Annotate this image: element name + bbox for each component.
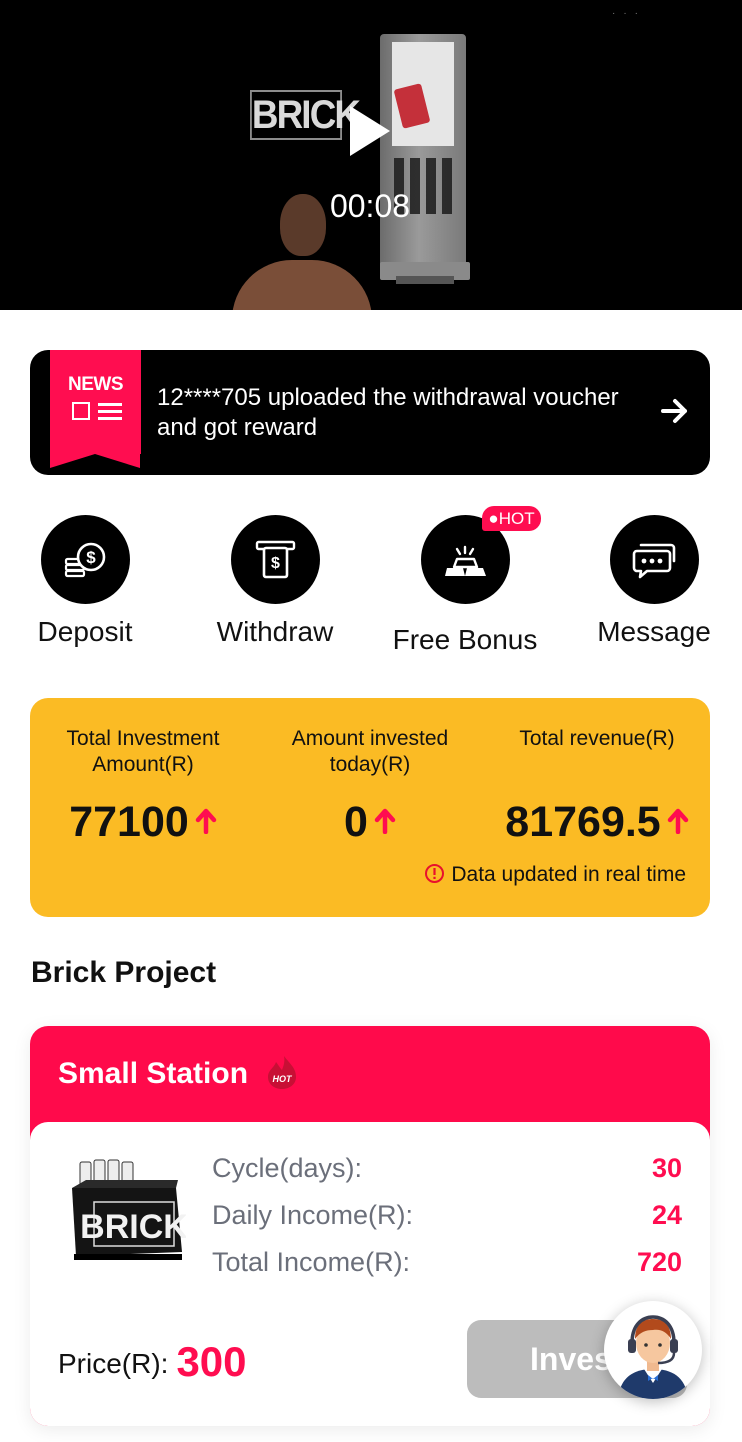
coins-dollar-icon: $: [64, 542, 105, 578]
stat-invested-today: Amount invested today(R) 0: [257, 726, 483, 847]
news-badge-label: NEWS: [68, 374, 124, 395]
withdraw-button[interactable]: $ Withdraw: [200, 515, 350, 648]
project-details: BRICK Cycle(days): 30 Daily Income(R): 24 …: [30, 1122, 710, 1426]
video-brick-logo: BRICK: [250, 90, 361, 140]
hot-flame-icon: HOT: [268, 1056, 296, 1089]
brick-station-image: BRICK: [72, 1159, 186, 1260]
detail-row-cycle: Cycle(days): 30: [212, 1153, 682, 1183]
project-name: Small Station: [58, 1057, 249, 1090]
stat-title: Total revenue(R): [519, 727, 675, 750]
fire-icon: ●: [488, 509, 499, 528]
gold-bars-icon: [444, 545, 486, 576]
message-label: Message: [597, 616, 711, 647]
news-ticker[interactable]: NEWS 12****705 uploaded the withdrawal v…: [30, 350, 710, 475]
arrow-up-icon: [667, 808, 688, 834]
stat-value: 81769.5: [484, 798, 710, 847]
hot-badge: ●HOT: [482, 506, 541, 531]
svg-text:$: $: [86, 548, 96, 567]
withdraw-label: Withdraw: [216, 616, 334, 647]
stat-total-revenue: Total revenue(R) 81769.5: [484, 726, 710, 847]
arrow-up-icon: [374, 808, 396, 834]
deposit-label: Deposit: [37, 616, 133, 647]
customer-support-button[interactable]: [604, 1301, 702, 1399]
customer-service-agent-icon: [618, 1315, 688, 1399]
video-kiosk-image: [380, 34, 466, 280]
svg-text:HOT: HOT: [273, 1074, 294, 1084]
newspaper-icon: [72, 402, 122, 420]
news-text: 12****705 uploaded the withdrawal vouche…: [157, 384, 619, 441]
free-bonus-label: Free Bonus: [392, 624, 538, 655]
price: Price(R): 300: [58, 1338, 247, 1385]
deposit-button[interactable]: $ Deposit: [10, 515, 160, 648]
play-icon[interactable]: [350, 106, 390, 156]
chat-message-icon: [632, 543, 675, 579]
arrow-right-icon[interactable]: [660, 394, 690, 428]
video-status-dots: ···: [612, 8, 646, 19]
message-button[interactable]: Message: [579, 515, 729, 648]
stats-card: Total Investment Amount(R) 77100 Amount …: [30, 698, 710, 917]
atm-withdraw-icon: $: [255, 540, 295, 579]
stat-value: 0: [257, 798, 483, 847]
stats-update-note: Data updated in real time: [424, 863, 686, 887]
stat-total-investment: Total Investment Amount(R) 77100: [30, 726, 256, 847]
stat-value: 77100: [30, 798, 256, 847]
svg-text:BRICK: BRICK: [80, 1208, 186, 1246]
info-circle-icon: [425, 863, 445, 883]
free-bonus-button[interactable]: Free Bonus: [390, 515, 540, 656]
price-value: 300: [176, 1338, 247, 1385]
video-player[interactable]: ··· BRICK 00:08: [0, 0, 742, 310]
detail-row-daily-income: Daily Income(R): 24: [212, 1200, 682, 1230]
video-time: 00:08: [329, 188, 411, 224]
detail-row-total-income: Total Income(R): 720: [212, 1247, 682, 1277]
svg-text:$: $: [271, 555, 280, 572]
stat-title: Amount invested today(R): [291, 727, 449, 776]
stat-title: Total Investment Amount(R): [66, 727, 220, 776]
arrow-up-icon: [195, 808, 217, 834]
section-title: Brick Project: [31, 956, 217, 989]
